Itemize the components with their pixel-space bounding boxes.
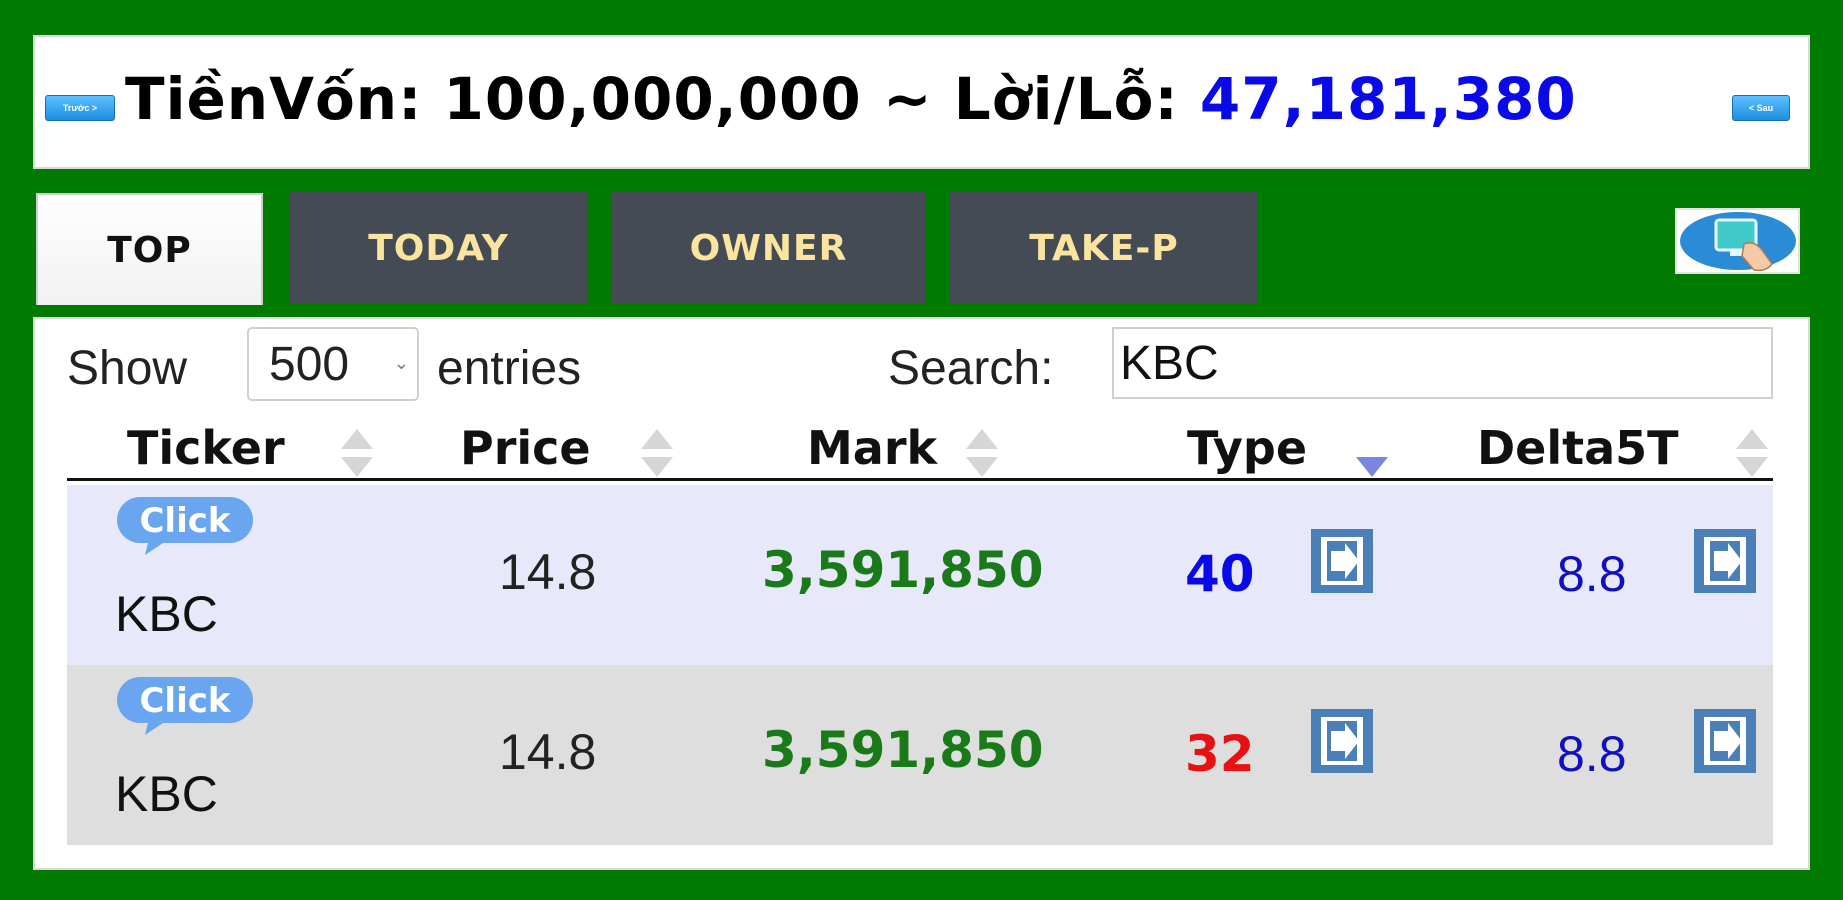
- entries-select-value: 500: [269, 337, 350, 391]
- banner-text: TiềnVốn: 100,000,000 ~ Lời/Lỗ: 47,181,38…: [125, 65, 1577, 133]
- ticker-cell: KBC: [115, 766, 218, 822]
- prev-button[interactable]: Trước >: [45, 95, 115, 121]
- app-root: Trước > TiềnVốn: 100,000,000 ~ Lời/Lỗ: 4…: [0, 0, 1843, 900]
- sort-arrows-icon[interactable]: [962, 425, 1002, 481]
- search-label: Search:: [888, 342, 1054, 395]
- column-header-delta5t[interactable]: Delta5T: [1477, 415, 1679, 481]
- show-label: Show: [67, 342, 188, 395]
- sort-arrows-icon[interactable]: [637, 425, 677, 481]
- sort-arrows-icon[interactable]: [337, 425, 377, 481]
- table-row: Click KBC 14.8 3,591,850 32 8.8: [67, 665, 1773, 845]
- profit-loss-value: 47,181,380: [1199, 65, 1577, 133]
- capital-value: 100,000,000: [443, 65, 862, 133]
- enter-icon[interactable]: [1309, 707, 1375, 775]
- enter-icon[interactable]: [1692, 707, 1758, 775]
- type-cell: 40: [1185, 545, 1255, 603]
- tab-owner[interactable]: OWNER: [612, 192, 925, 304]
- column-header-mark[interactable]: Mark: [807, 415, 937, 481]
- banner-separator: ~: [882, 65, 933, 133]
- enter-icon[interactable]: [1309, 527, 1375, 595]
- profit-loss-label: Lời/Lỗ:: [953, 65, 1179, 133]
- tab-take-p[interactable]: TAKE-P: [950, 192, 1258, 304]
- delta5t-cell: 8.8: [1557, 726, 1627, 782]
- datatable-panel: Show 500 ⌄ entries Search: Ticker Price …: [33, 317, 1810, 870]
- price-cell: 14.8: [499, 544, 597, 600]
- table-row: Click KBC 14.8 3,591,850 40 8.8: [67, 485, 1773, 665]
- price-cell: 14.8: [499, 724, 597, 780]
- chevron-down-icon: ⌄: [393, 353, 409, 373]
- delta5t-cell: 8.8: [1557, 546, 1627, 602]
- type-cell: 32: [1185, 725, 1255, 783]
- entries-select[interactable]: 500 ⌄: [247, 327, 419, 401]
- column-header-price[interactable]: Price: [460, 415, 591, 481]
- column-header-type[interactable]: Type: [1187, 415, 1307, 481]
- click-badge[interactable]: Click: [115, 675, 255, 737]
- column-header-ticker[interactable]: Ticker: [127, 415, 285, 481]
- table-header: Ticker Price Mark Type Delta5T: [67, 415, 1773, 481]
- mark-cell: 3,591,850: [762, 541, 1044, 599]
- capital-label: TiềnVốn:: [125, 65, 423, 133]
- monitor-hand-icon[interactable]: [1675, 208, 1800, 274]
- sort-desc-icon[interactable]: [1352, 425, 1392, 481]
- entries-label: entries: [437, 342, 582, 395]
- tab-today[interactable]: TODAY: [290, 192, 587, 304]
- click-badge[interactable]: Click: [115, 495, 255, 557]
- enter-icon[interactable]: [1692, 527, 1758, 595]
- mark-cell: 3,591,850: [762, 721, 1044, 779]
- sort-arrows-icon[interactable]: [1732, 425, 1772, 481]
- ticker-cell: KBC: [115, 586, 218, 642]
- next-button[interactable]: < Sau: [1732, 95, 1790, 121]
- tab-top[interactable]: TOP: [36, 193, 263, 305]
- search-input[interactable]: [1112, 327, 1773, 399]
- capital-banner: Trước > TiềnVốn: 100,000,000 ~ Lời/Lỗ: 4…: [33, 35, 1810, 169]
